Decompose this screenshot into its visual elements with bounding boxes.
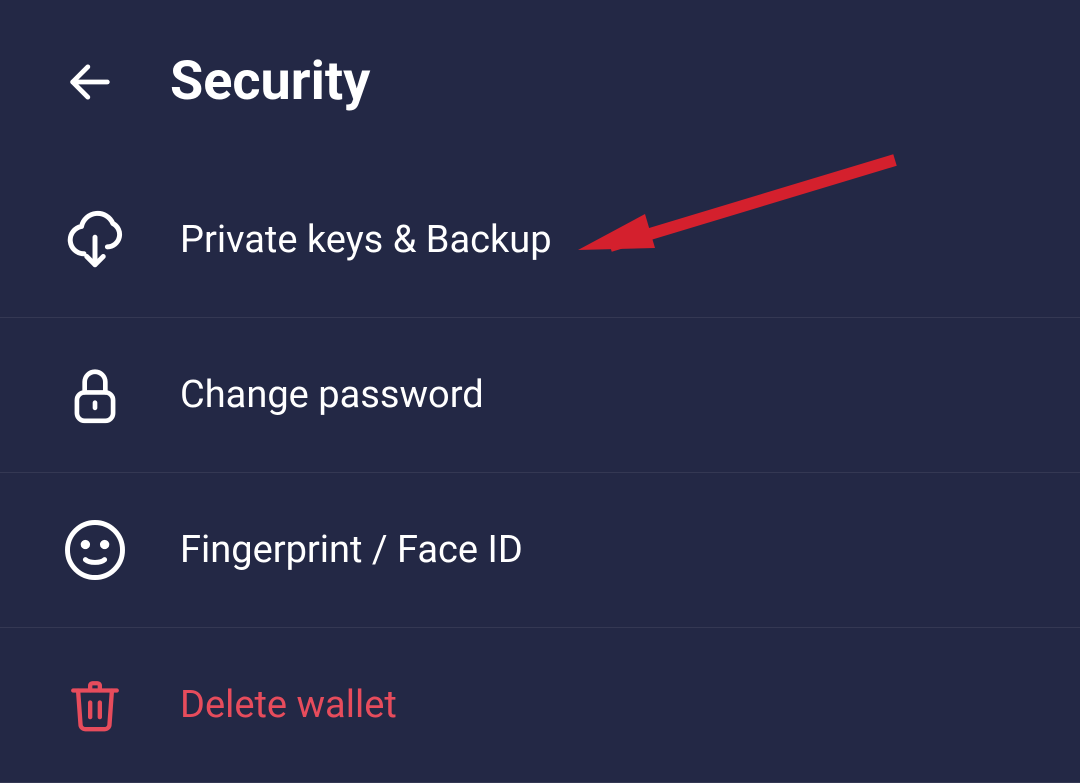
trash-icon [60, 670, 130, 740]
menu-item-private-keys-backup[interactable]: Private keys & Backup [0, 163, 1080, 318]
menu-item-fingerprint-faceid[interactable]: Fingerprint / Face ID [0, 473, 1080, 628]
menu-label: Change password [180, 373, 484, 417]
menu-item-change-password[interactable]: Change password [0, 318, 1080, 473]
menu-label: Fingerprint / Face ID [180, 528, 523, 572]
page-title: Security [170, 50, 370, 113]
menu-label: Delete wallet [180, 683, 397, 727]
back-button[interactable] [60, 52, 120, 112]
face-icon [60, 515, 130, 585]
arrow-left-icon [64, 56, 116, 108]
header: Security [0, 0, 1080, 163]
menu-item-delete-wallet[interactable]: Delete wallet [0, 628, 1080, 783]
menu-label: Private keys & Backup [180, 218, 552, 262]
cloud-download-icon [60, 205, 130, 275]
lock-icon [60, 360, 130, 430]
security-menu: Private keys & Backup Change password Fi… [0, 163, 1080, 783]
